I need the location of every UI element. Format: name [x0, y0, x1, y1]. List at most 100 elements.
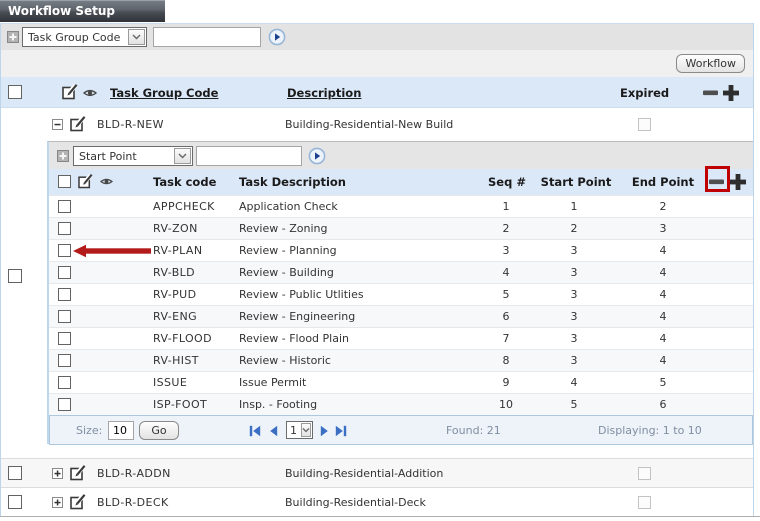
- task-row-checkbox[interactable]: [58, 376, 71, 389]
- task-code: RV-PUD: [153, 288, 197, 301]
- task-row-rv-bld: RV-BLD Review - Building 4 3 4: [49, 261, 753, 283]
- task-row-rv-eng: RV-ENG Review - Engineering 6 3 4: [49, 305, 753, 327]
- task-row-rv-hist: RV-HIST Review - Historic 8 3 4: [49, 349, 753, 371]
- column-header-description[interactable]: Description: [287, 86, 361, 100]
- highlight-box-annotation: [705, 166, 730, 192]
- task-end-point: 5: [659, 376, 667, 389]
- outer-search-field-select[interactable]: Task Group Code: [22, 27, 147, 47]
- found-count: Found: 21: [446, 424, 501, 437]
- task-description: Review - Public Utlities: [239, 288, 364, 301]
- task-row-checkbox[interactable]: [58, 332, 71, 345]
- go-button[interactable]: Go: [139, 421, 179, 440]
- edit-icon[interactable]: [70, 494, 87, 510]
- collapse-row-icon[interactable]: [52, 119, 63, 130]
- add-filter-icon[interactable]: [57, 150, 69, 162]
- group-description: Building-Residential-New Build: [285, 118, 454, 131]
- task-end-point: 2: [659, 200, 667, 213]
- group-code: BLD-R-ADDN: [97, 467, 171, 480]
- eye-icon[interactable]: [100, 177, 113, 186]
- select-all-checkbox[interactable]: [8, 85, 22, 99]
- select-all-checkbox[interactable]: [58, 175, 71, 188]
- task-code: RV-HIST: [153, 354, 199, 367]
- column-header-end-point[interactable]: End Point: [623, 175, 703, 189]
- expand-all-icon[interactable]: [730, 174, 746, 190]
- task-code: RV-BLD: [153, 266, 196, 279]
- expired-checkbox[interactable]: [638, 496, 651, 509]
- task-row-rv-zon: RV-ZON Review - Zoning 2 2 3: [49, 217, 753, 239]
- chevron-down-icon: [174, 148, 191, 164]
- run-search-icon[interactable]: [308, 147, 326, 165]
- row-checkbox-bld-r-new[interactable]: [8, 269, 22, 283]
- task-row-checkbox[interactable]: [58, 244, 71, 257]
- outer-search-input[interactable]: [153, 27, 261, 47]
- task-code: RV-ENG: [153, 310, 197, 323]
- expand-row-icon[interactable]: [52, 497, 63, 508]
- task-start-point: 3: [570, 266, 578, 279]
- task-row-rv-pud: RV-PUD Review - Public Utlities 5 3 4: [49, 283, 753, 305]
- panel-right-border: [753, 23, 754, 516]
- page-size-input[interactable]: [108, 421, 134, 440]
- outer-search-bar: Task Group Code: [0, 23, 753, 50]
- workflow-button[interactable]: Workflow: [676, 54, 745, 73]
- column-header-start-point[interactable]: Start Point: [536, 175, 616, 189]
- row-checkbox[interactable]: [8, 466, 22, 480]
- group-row-bld-r-new[interactable]: BLD-R-NEW Building-Residential-New Build: [0, 108, 753, 141]
- first-page-icon[interactable]: [249, 425, 261, 437]
- expired-checkbox[interactable]: [638, 118, 651, 131]
- expired-checkbox[interactable]: [638, 467, 651, 480]
- previous-page-icon[interactable]: [269, 425, 278, 437]
- page-select[interactable]: 1: [286, 421, 313, 439]
- column-header-seq[interactable]: Seq #: [467, 175, 547, 189]
- column-header-task-code[interactable]: Task code: [153, 175, 216, 189]
- task-row-checkbox[interactable]: [58, 398, 71, 411]
- outer-table-header: Task Group Code Description Expired: [0, 77, 753, 108]
- task-start-point: 3: [570, 288, 578, 301]
- chevron-down-icon: [128, 29, 145, 45]
- task-row-checkbox[interactable]: [58, 200, 71, 213]
- task-row-appcheck: APPCHECK Application Check 1 1 2: [49, 195, 753, 217]
- edit-icon[interactable]: [62, 84, 79, 100]
- nested-search-field-select[interactable]: Start Point: [73, 146, 193, 166]
- next-page-icon[interactable]: [320, 425, 329, 437]
- group-row-bld-r-deck[interactable]: BLD-R-DECK Building-Residential-Deck: [0, 487, 753, 516]
- task-row-checkbox[interactable]: [58, 266, 71, 279]
- run-search-icon[interactable]: [268, 28, 286, 46]
- nested-search-bar: Start Point: [49, 142, 753, 169]
- task-row-checkbox[interactable]: [58, 354, 71, 367]
- task-end-point: 4: [659, 354, 667, 367]
- task-description: Insp. - Footing: [239, 398, 318, 411]
- task-end-point: 6: [659, 398, 667, 411]
- task-row-checkbox[interactable]: [58, 288, 71, 301]
- task-description: Issue Permit: [239, 376, 307, 389]
- last-page-icon[interactable]: [335, 425, 347, 437]
- task-row-checkbox[interactable]: [58, 222, 71, 235]
- task-start-point: 3: [570, 354, 578, 367]
- task-row-checkbox[interactable]: [58, 310, 71, 323]
- task-description: Application Check: [239, 200, 338, 213]
- add-filter-icon[interactable]: [7, 31, 19, 43]
- row-checkbox[interactable]: [8, 495, 22, 509]
- group-row-bld-r-addn[interactable]: BLD-R-ADDN Building-Residential-Addition: [0, 458, 753, 487]
- collapse-all-icon[interactable]: [703, 90, 719, 96]
- column-header-expired: Expired: [620, 86, 670, 100]
- task-row-rv-plan: RV-PLAN Review - Planning 3 3 4: [49, 239, 753, 261]
- edit-icon[interactable]: [70, 116, 87, 132]
- edit-icon[interactable]: [78, 174, 94, 189]
- edit-icon[interactable]: [70, 465, 87, 481]
- nested-search-input[interactable]: [196, 146, 302, 166]
- panel-left-border: [0, 23, 1, 516]
- task-code: RV-FLOOD: [153, 332, 212, 345]
- column-header-task-description[interactable]: Task Description: [239, 175, 346, 189]
- expand-row-icon[interactable]: [52, 468, 63, 479]
- group-description: Building-Residential-Deck: [285, 496, 426, 509]
- task-description: Review - Building: [239, 266, 334, 279]
- task-code: ISSUE: [153, 376, 188, 389]
- eye-icon[interactable]: [83, 88, 97, 98]
- expand-all-icon[interactable]: [723, 85, 739, 101]
- group-code: BLD-R-NEW: [97, 118, 164, 131]
- displaying-range: Displaying: 1 to 10: [598, 424, 702, 437]
- red-arrow-annotation: [73, 244, 151, 258]
- task-start-point: 3: [570, 332, 578, 345]
- column-header-task-group-code[interactable]: Task Group Code: [110, 86, 218, 100]
- pagination-bar: Size: Go 1 Found: 21 Displaying: 1 to 10: [49, 415, 753, 445]
